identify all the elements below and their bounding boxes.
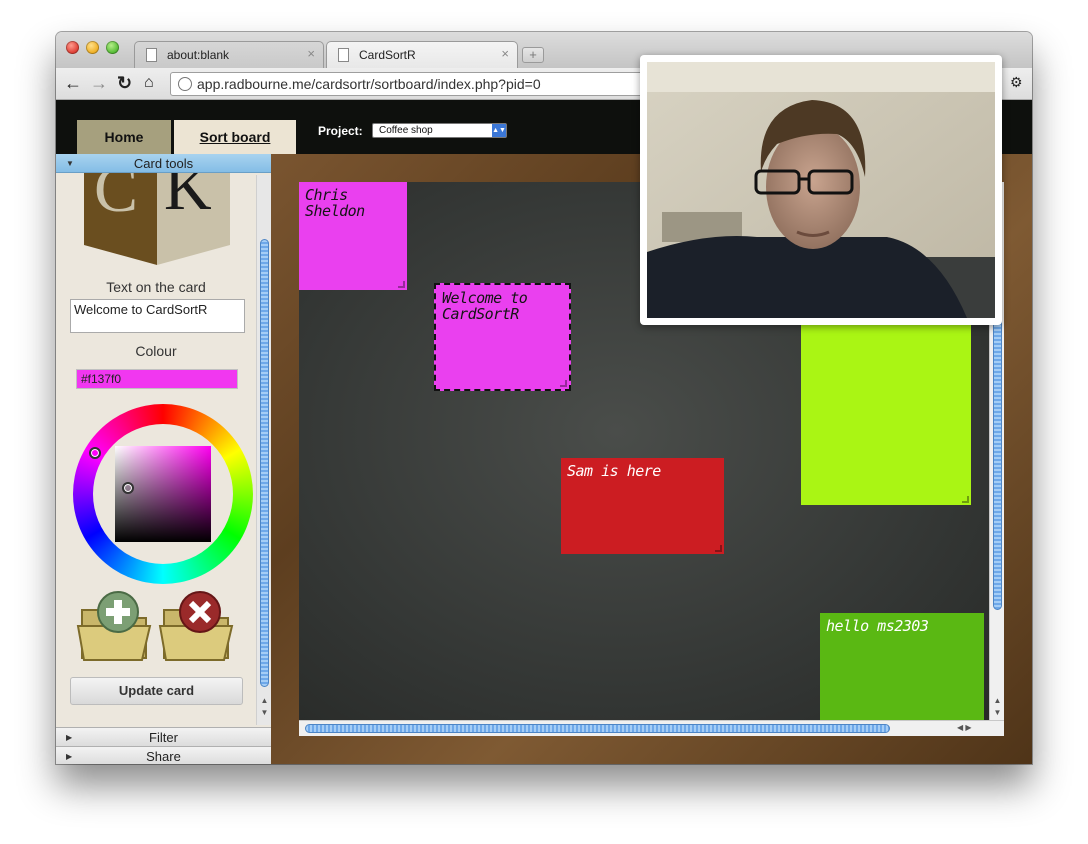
url-text: app.radbourne.me/cardsortr/sortboard/ind… bbox=[197, 76, 541, 92]
close-window-button[interactable] bbox=[66, 41, 79, 54]
share-header[interactable]: ▶ Share bbox=[56, 746, 271, 764]
tab-cardsortr[interactable]: CardSortR × bbox=[326, 41, 518, 68]
logo-letter-k: K bbox=[164, 173, 212, 224]
page-icon bbox=[146, 48, 157, 62]
folder-add-icon[interactable] bbox=[76, 588, 154, 662]
globe-icon bbox=[178, 77, 192, 91]
new-tab-button[interactable]: + bbox=[522, 47, 544, 63]
collapsed-triangle-icon: ▶ bbox=[66, 733, 73, 742]
sidebar-scroll-thumb[interactable] bbox=[260, 239, 269, 687]
sidebar-scrollbar[interactable]: ▲ ▼ bbox=[256, 175, 271, 725]
filter-label: Filter bbox=[149, 730, 178, 745]
webcam-overlay bbox=[640, 55, 1002, 325]
maximize-window-button[interactable] bbox=[106, 41, 119, 54]
reload-icon[interactable]: ↻ bbox=[117, 73, 132, 94]
card-tools-panel: C K Text on the card Welcome to CardSort… bbox=[56, 173, 271, 727]
card-text: Chris Sheldon bbox=[305, 186, 365, 220]
share-label: Share bbox=[146, 749, 181, 764]
project-label: Project: bbox=[318, 124, 363, 138]
expanded-triangle-icon: ▼ bbox=[66, 159, 74, 168]
collapsed-triangle-icon: ▶ bbox=[66, 752, 73, 761]
tab-label: CardSortR bbox=[359, 48, 416, 62]
project-select[interactable]: Coffee shop ▲▼ bbox=[372, 123, 507, 138]
colour-label: Colour bbox=[135, 343, 177, 359]
filter-header[interactable]: ▶ Filter bbox=[56, 727, 271, 746]
close-tab-icon[interactable]: × bbox=[501, 46, 509, 61]
card-tools-label: Card tools bbox=[133, 156, 194, 171]
sv-marker[interactable] bbox=[122, 482, 134, 494]
tab-about-blank[interactable]: about:blank × bbox=[134, 41, 324, 68]
project-value: Coffee shop bbox=[379, 125, 433, 136]
update-card-button[interactable]: Update card bbox=[70, 677, 243, 705]
resize-handle-icon[interactable] bbox=[398, 281, 405, 288]
home-icon[interactable]: ⌂ bbox=[144, 74, 154, 92]
wrench-icon[interactable]: ⚙ bbox=[1010, 74, 1023, 91]
card-text-input[interactable]: Welcome to CardSortR bbox=[70, 299, 245, 333]
minimize-window-button[interactable] bbox=[86, 41, 99, 54]
back-icon[interactable]: ← bbox=[64, 73, 82, 94]
nav-sort-board[interactable]: Sort board bbox=[174, 120, 296, 154]
cardsortr-logo: C K bbox=[84, 173, 230, 265]
board-horizontal-scrollbar[interactable]: ◀ ▶ bbox=[299, 720, 1004, 736]
sidebar: ▼ Card tools C K Text on the card Welcom… bbox=[56, 154, 271, 764]
hue-marker[interactable] bbox=[89, 447, 101, 459]
resize-handle-icon[interactable] bbox=[962, 496, 969, 503]
card[interactable]: hello ms2303 bbox=[820, 613, 984, 736]
scroll-arrows-icon[interactable]: ▲ ▼ bbox=[259, 695, 270, 719]
forward-icon[interactable]: → bbox=[90, 73, 108, 94]
saturation-value-picker[interactable] bbox=[115, 446, 211, 542]
resize-handle-icon[interactable] bbox=[560, 380, 567, 387]
nav-home[interactable]: Home bbox=[77, 120, 171, 154]
resize-handle-icon[interactable] bbox=[715, 545, 722, 552]
folder-delete-icon[interactable] bbox=[158, 588, 236, 662]
logo-letter-c: C bbox=[94, 173, 138, 226]
tab-label: about:blank bbox=[167, 48, 230, 62]
chevron-down-icon: ▲▼ bbox=[492, 124, 506, 137]
card-text: Welcome to CardSortR bbox=[442, 289, 528, 323]
card-selected[interactable]: Welcome to CardSortR bbox=[434, 283, 571, 391]
scroll-arrows-icon[interactable]: ◀ ▶ bbox=[957, 723, 972, 732]
card[interactable]: Sam is here bbox=[561, 458, 724, 554]
text-on-card-label: Text on the card bbox=[106, 279, 206, 295]
card[interactable]: Chris Sheldon bbox=[299, 182, 407, 290]
webcam-video bbox=[647, 62, 995, 318]
close-tab-icon[interactable]: × bbox=[307, 46, 315, 61]
colour-wheel[interactable] bbox=[73, 404, 253, 584]
scroll-arrows-icon[interactable]: ▲ ▼ bbox=[992, 695, 1003, 719]
card[interactable] bbox=[801, 300, 971, 505]
colour-field[interactable]: #f137f0 bbox=[76, 369, 238, 389]
card-tools-header[interactable]: ▼ Card tools bbox=[56, 154, 271, 173]
card-text: hello ms2303 bbox=[826, 617, 929, 635]
board-horizontal-thumb[interactable] bbox=[305, 724, 890, 733]
colour-value: #f137f0 bbox=[81, 372, 122, 386]
card-text: Sam is here bbox=[567, 462, 661, 480]
page-icon bbox=[338, 48, 349, 62]
